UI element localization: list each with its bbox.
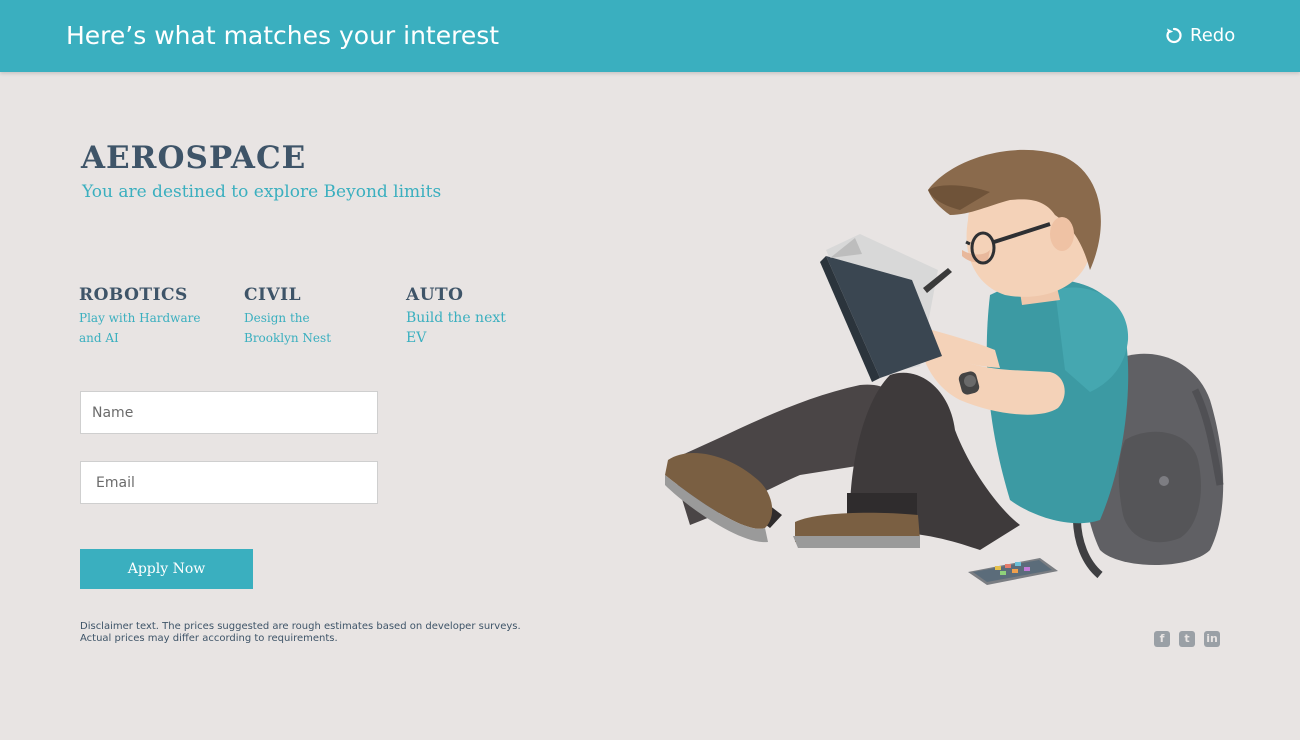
category-robotics[interactable]: ROBOTICS Play with Hardware and AI — [79, 285, 209, 348]
book-icon — [820, 234, 942, 382]
category-description-line: Build the next — [406, 310, 506, 326]
redo-icon — [1166, 27, 1182, 44]
category-description: Play with Hardware and AI — [79, 308, 209, 348]
name-field[interactable] — [80, 391, 378, 434]
category-description: Build the next EV — [406, 308, 516, 348]
category-description-line: and AI — [79, 331, 119, 345]
page-title: Here’s what matches your interest — [66, 21, 500, 50]
disclaimer: Disclaimer text. The prices suggested ar… — [80, 621, 540, 645]
category-description-line: Brooklyn Nest — [244, 331, 332, 345]
disclaimer-line: Actual prices may differ according to re… — [80, 633, 338, 644]
hero-title: AEROSPACE — [81, 140, 307, 176]
student-reading-illustration — [665, 149, 1224, 585]
category-description-line: Design the — [244, 311, 310, 325]
apply-now-button[interactable]: Apply Now — [80, 549, 253, 589]
category-description-line: Play with Hardware — [79, 311, 201, 325]
linkedin-icon[interactable]: in — [1204, 631, 1220, 647]
tablet-icon — [968, 558, 1058, 585]
redo-label: Redo — [1190, 24, 1236, 46]
category-title: AUTO — [406, 285, 464, 305]
category-description: Design the Brooklyn Nest — [244, 308, 354, 348]
twitter-icon[interactable]: t — [1179, 631, 1195, 647]
social-links: f t in — [1154, 631, 1220, 647]
email-field[interactable] — [80, 461, 378, 504]
hero-subtitle: You are destined to explore Beyond limit… — [82, 182, 442, 202]
category-civil[interactable]: CIVIL Design the Brooklyn Nest — [244, 285, 354, 348]
category-title: CIVIL — [244, 285, 302, 305]
category-auto[interactable]: AUTO Build the next EV — [406, 285, 516, 348]
redo-button[interactable]: Redo — [1164, 22, 1235, 48]
top-bar: Here’s what matches your interest Redo — [0, 0, 1300, 72]
category-title: ROBOTICS — [79, 285, 188, 305]
category-description-line: EV — [406, 330, 427, 346]
facebook-icon[interactable]: f — [1154, 631, 1170, 647]
disclaimer-line: Disclaimer text. The prices suggested ar… — [80, 621, 521, 632]
